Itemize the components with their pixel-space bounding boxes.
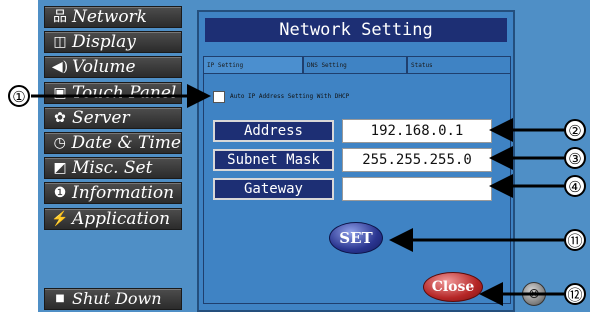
menu-item-misc-set[interactable]: ◩ Misc. Set	[44, 157, 182, 180]
power-icon: ■	[55, 293, 65, 304]
callout-12: ⑫	[564, 283, 586, 305]
tab-bar: IP Setting DNS Setting Status	[203, 56, 511, 74]
menu-item-label: Server	[72, 107, 130, 128]
address-field[interactable]: 192.168.0.1	[342, 119, 492, 143]
menu-item-label: Date & Time	[71, 132, 181, 153]
gateway-label: Gateway	[213, 178, 334, 200]
shut-down-label: Shut Down	[72, 289, 162, 308]
subnet-mask-field[interactable]: 255.255.255.0	[342, 148, 492, 172]
menu-item-label: Network	[72, 7, 147, 27]
menu-item-label: Display	[72, 32, 136, 53]
dialog-title: Network Setting	[205, 18, 507, 42]
menu-item-application[interactable]: ⚡ Application	[44, 207, 182, 230]
callout-3: ③	[564, 147, 586, 169]
callout-11: ⑪	[564, 229, 586, 251]
menu-item-label: Volume	[72, 57, 136, 78]
touch-panel-icon: ▣	[53, 84, 67, 101]
dhcp-checkbox[interactable]	[213, 91, 225, 103]
subnet-mask-label: Subnet Mask	[213, 149, 334, 171]
set-button[interactable]: SET	[329, 222, 383, 254]
speaker-icon: ◀)	[51, 59, 69, 76]
menu-item-volume[interactable]: ◀) Volume	[44, 56, 182, 79]
menu-item-label: Information	[72, 183, 175, 204]
network-setting-dialog: Network Setting IP Setting DNS Setting S…	[197, 10, 515, 312]
menu-item-label: Touch Panel	[72, 82, 177, 103]
bolt-icon: ⚡	[51, 210, 69, 227]
address-label: Address	[213, 120, 334, 142]
callout-2: ②	[564, 119, 586, 141]
callout-1: ①	[8, 85, 30, 107]
display-icon: ◫	[53, 34, 67, 51]
clock-icon: ◷	[53, 134, 66, 151]
callout-4: ④	[564, 175, 586, 197]
shut-down-button[interactable]: ■ Shut Down	[44, 288, 182, 310]
close-x-icon: ⊗	[528, 286, 540, 302]
gateway-field[interactable]	[342, 177, 492, 201]
server-icon: ✿	[54, 109, 66, 126]
menu-item-label: Misc. Set	[72, 158, 153, 179]
close-button[interactable]: Close	[423, 272, 483, 302]
menu-item-display[interactable]: ◫ Display	[44, 31, 182, 54]
dhcp-label: Auto IP Address Setting With DHCP	[230, 93, 350, 100]
menu-item-network[interactable]: 品 Network	[44, 6, 182, 28]
menu-item-touch-panel[interactable]: ▣ Touch Panel	[44, 81, 182, 104]
menu-item-date-time[interactable]: ◷ Date & Time	[44, 131, 182, 154]
menu-item-server[interactable]: ✿ Server	[44, 106, 182, 129]
tab-dns-setting[interactable]: DNS Setting	[303, 56, 407, 74]
misc-icon: ◩	[53, 160, 67, 177]
network-icon: 品	[53, 9, 67, 25]
settings-menu: 品 Network ◫ Display ◀) Volume ▣ Touch Pa…	[44, 6, 182, 233]
info-icon: ❶	[53, 185, 67, 202]
menu-item-label: Application	[72, 208, 171, 229]
menu-item-information[interactable]: ❶ Information	[44, 182, 182, 205]
tab-ip-setting[interactable]: IP Setting	[203, 56, 303, 74]
tab-status[interactable]: Status	[407, 56, 511, 74]
exit-button[interactable]: ⊗	[522, 282, 546, 306]
